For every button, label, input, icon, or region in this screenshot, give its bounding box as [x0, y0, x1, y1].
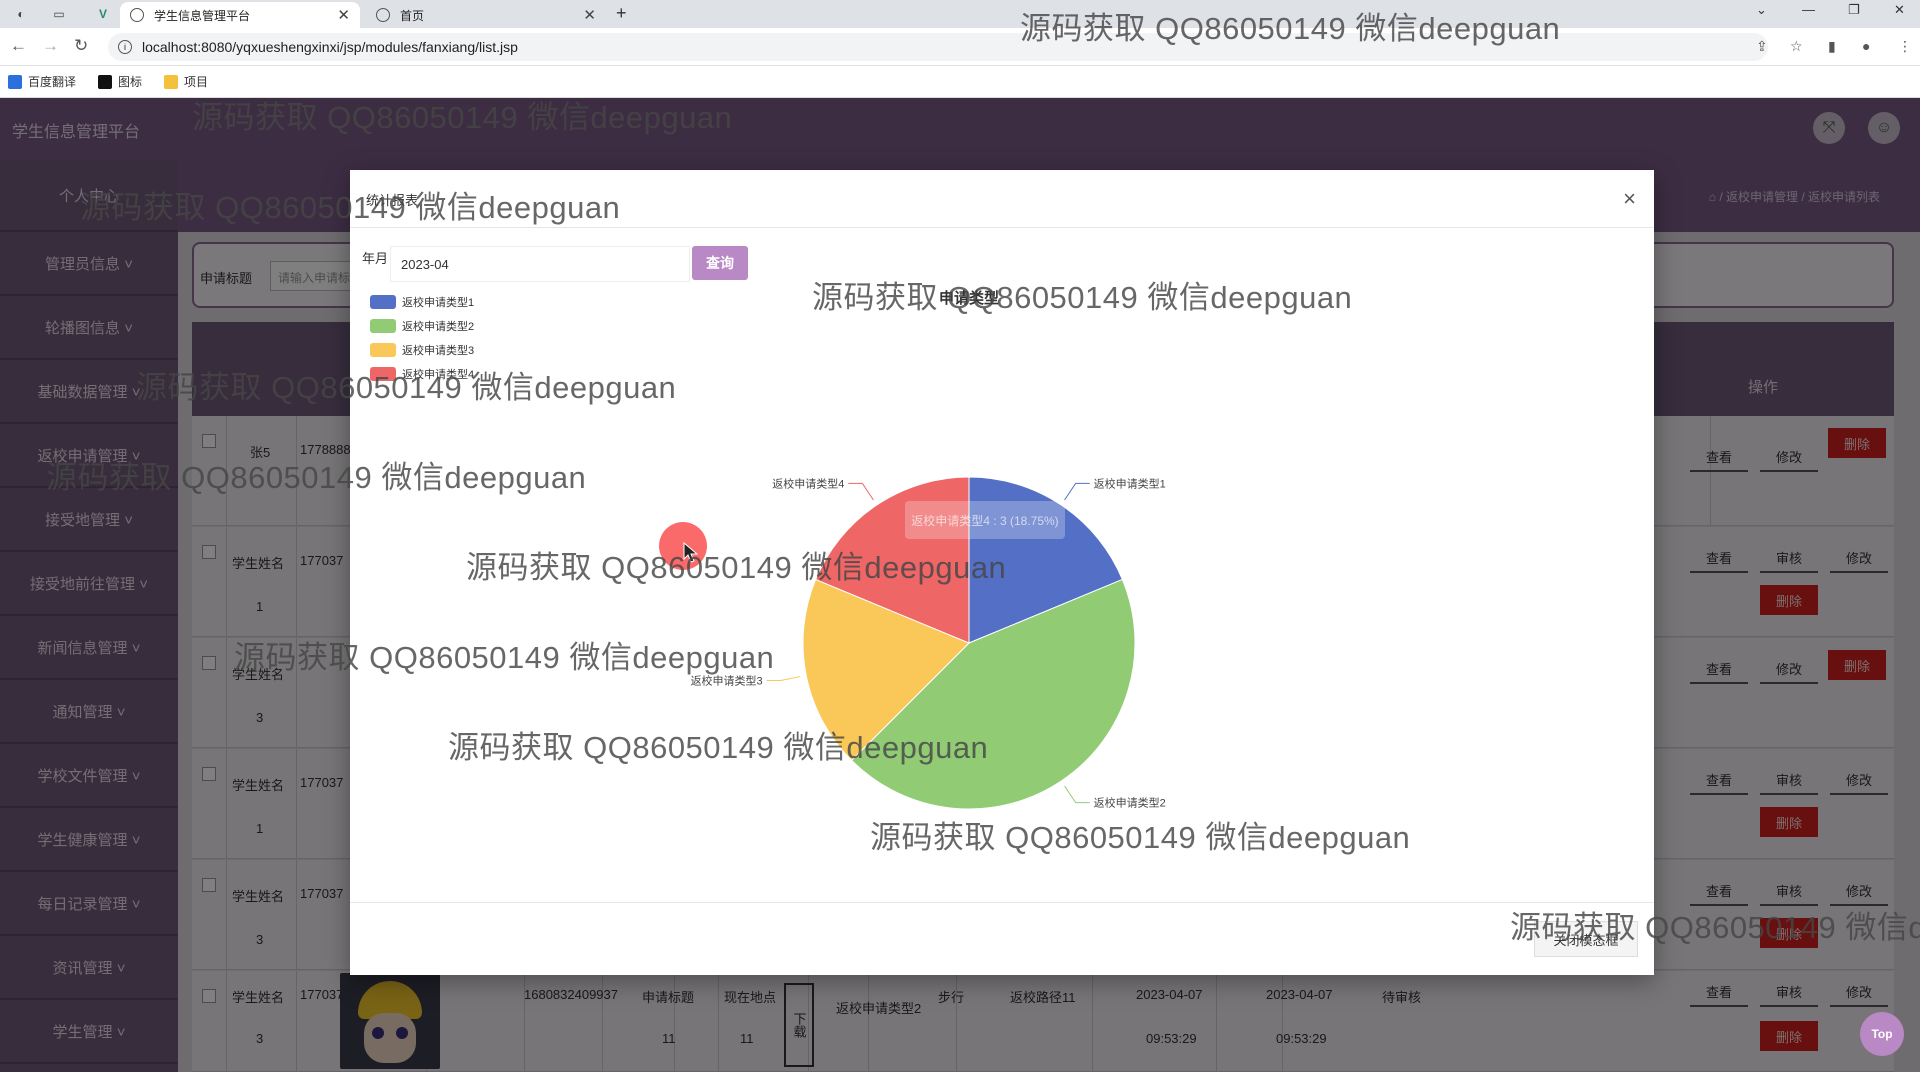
window-close-icon[interactable]: ✕: [1894, 2, 1905, 18]
chart-title: 申请类型: [939, 289, 999, 307]
bookmark-item[interactable]: 百度翻译: [8, 73, 76, 90]
tab-home[interactable]: 首页 ✕: [366, 2, 606, 28]
label-leader-line: [1064, 482, 1090, 501]
translate-icon: [8, 74, 22, 89]
slice-label: 返校申请类型2: [1094, 796, 1166, 810]
forward-icon[interactable]: →: [42, 36, 59, 56]
slice-label: 返校申请类型1: [1094, 476, 1166, 490]
browser-tabstrip: ◐ ▭ V 学生信息管理平台 ✕ 首页 ✕ + ⌄ — ❐ ✕: [0, 0, 1920, 28]
label-leader-line: [1064, 785, 1090, 804]
sidepanel-icon[interactable]: ▮: [1828, 38, 1836, 55]
back-icon[interactable]: ←: [10, 36, 27, 56]
slice-label: 返校申请类型4: [772, 476, 844, 490]
address-bar: ← → ↻ i localhost:8080/yqxueshengxinxi/j…: [0, 28, 1920, 66]
label-leader-line: [848, 482, 874, 501]
back-to-top-button[interactable]: Top: [1860, 1012, 1904, 1056]
close-icon[interactable]: ✕: [583, 6, 596, 24]
bookmark-item[interactable]: 项目: [164, 73, 208, 90]
stats-modal: 统计报表 × 年月 2023-04 查询 返校申请类型1 返校申请类型2 返校申…: [350, 170, 1654, 975]
tab-student-platform[interactable]: 学生信息管理平台 ✕: [120, 2, 360, 28]
site-icon: [376, 8, 390, 22]
bookmarks-bar: 百度翻译 图标 项目: [0, 66, 1920, 98]
close-modal-button[interactable]: 关闭模态框: [1534, 921, 1638, 957]
site-icon: [130, 8, 144, 22]
folder-icon: [164, 74, 179, 89]
tab-icon-v[interactable]: V: [92, 4, 114, 24]
url-text: localhost:8080/yqxueshengxinxi/jsp/modul…: [142, 39, 518, 55]
minimize-icon[interactable]: —: [1802, 2, 1815, 17]
bookmark-item[interactable]: 图标: [98, 73, 142, 90]
close-icon[interactable]: ✕: [337, 6, 350, 24]
tab-label: 学生信息管理平台: [154, 8, 251, 23]
info-icon[interactable]: i: [118, 40, 132, 54]
chart-tooltip: 返校申请类型4 : 3 (18.75%): [905, 501, 1065, 539]
restore-icon[interactable]: ❐: [1848, 2, 1860, 18]
url-field[interactable]: i localhost:8080/yqxueshengxinxi/jsp/mod…: [108, 33, 1768, 61]
share-icon[interactable]: ⇪: [1756, 38, 1768, 55]
image-icon: [98, 74, 113, 89]
reload-icon[interactable]: ↻: [74, 36, 88, 56]
more-icon[interactable]: ⋮: [1898, 38, 1912, 55]
cursor-icon: [683, 542, 699, 563]
new-tab-button[interactable]: +: [616, 3, 627, 24]
browser-menu-icon[interactable]: ◐: [10, 4, 32, 24]
slice-label: 返校申请类型3: [691, 673, 763, 687]
profile-icon[interactable]: ●: [1862, 38, 1870, 54]
tab-icon-blank[interactable]: ▭: [48, 4, 70, 24]
star-icon[interactable]: ☆: [1790, 38, 1803, 55]
tab-search-icon[interactable]: ⌄: [1756, 2, 1767, 18]
label-leader-line: [766, 676, 801, 681]
modal-footer: 关闭模态框: [350, 902, 1654, 975]
tab-label: 首页: [400, 8, 425, 23]
